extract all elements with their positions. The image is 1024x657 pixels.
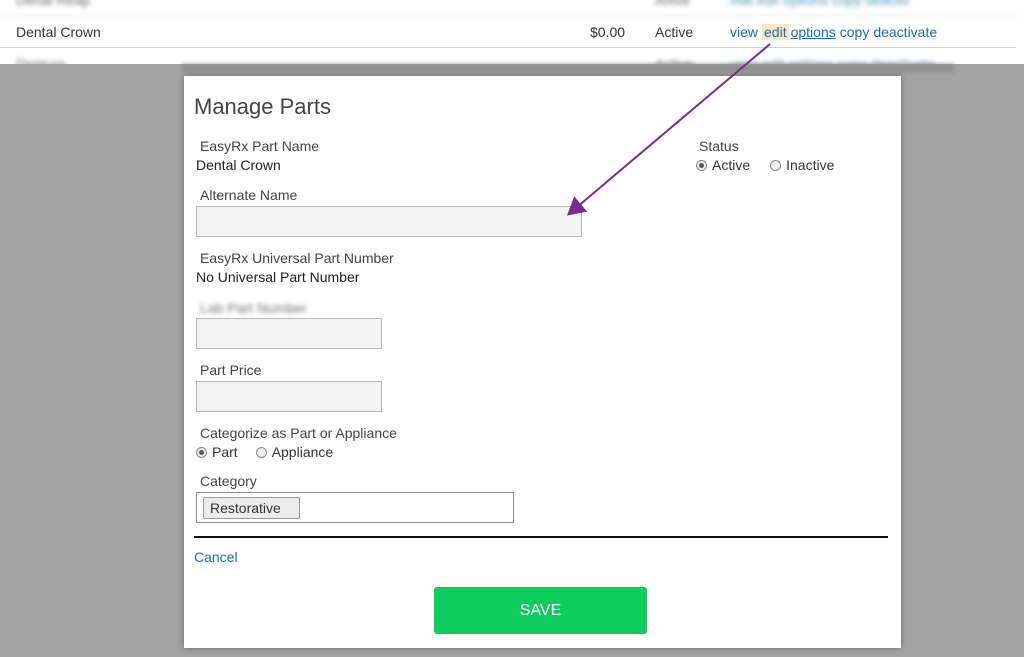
part-status: Arlive bbox=[655, 0, 691, 8]
category-label: Category bbox=[200, 473, 257, 489]
universal-part-number-label: EasyRx Universal Part Number bbox=[200, 250, 394, 266]
table-row: Denal Reap Arlive mai edit options copy … bbox=[0, 0, 1016, 16]
status-active-radio[interactable] bbox=[696, 159, 707, 171]
part-price: $0.00 bbox=[590, 24, 626, 40]
part-name-label: EasyRx Part Name bbox=[200, 138, 320, 154]
part-name-value: Dental Crown bbox=[196, 157, 281, 173]
row-actions[interactable]: mai edit options copy deactiv bbox=[730, 0, 914, 8]
categorize-radio-group: Part Appliance bbox=[196, 444, 347, 460]
table-row: Dental Crown $0.00 Active view edit option… bbox=[0, 16, 1016, 48]
part-status: Active bbox=[655, 24, 694, 40]
save-button[interactable]: SAVE bbox=[434, 587, 647, 634]
options-link[interactable]: options bbox=[791, 24, 836, 40]
part-price-input[interactable] bbox=[196, 381, 382, 412]
divider bbox=[194, 536, 888, 538]
alternate-name-input[interactable] bbox=[196, 206, 582, 237]
categorize-part-label[interactable]: Part bbox=[212, 444, 238, 460]
categorize-part-radio[interactable] bbox=[196, 446, 207, 458]
status-active-label[interactable]: Active bbox=[712, 157, 750, 173]
status-inactive-label[interactable]: Inactive bbox=[786, 157, 834, 173]
status-radio-group: Active Inactive bbox=[696, 157, 848, 173]
status-label: Status bbox=[699, 138, 739, 154]
categorize-label: Categorize as Part or Appliance bbox=[200, 425, 397, 441]
row-actions-text[interactable]: mai edit options copy deactiv bbox=[730, 0, 910, 8]
category-select[interactable]: Restorative bbox=[196, 492, 514, 523]
categorize-appliance-radio[interactable] bbox=[255, 446, 267, 458]
universal-part-number-value: No Universal Part Number bbox=[196, 269, 360, 285]
part-name: Dental Crown bbox=[16, 24, 101, 40]
lab-part-number-input[interactable] bbox=[196, 318, 382, 349]
dialog-title: Manage Parts bbox=[194, 94, 331, 119]
part-name: Denal Reap bbox=[16, 0, 90, 8]
row-actions: view edit options copy deactivate bbox=[730, 24, 941, 40]
categorize-appliance-label[interactable]: Appliance bbox=[272, 444, 334, 460]
copy-link[interactable]: copy bbox=[840, 24, 870, 40]
lab-part-number-label: Lab Part Number bbox=[200, 300, 307, 316]
overlay-shadow bbox=[182, 64, 954, 72]
status-inactive-radio[interactable] bbox=[770, 159, 782, 171]
deactivate-link[interactable]: deactivate bbox=[873, 24, 937, 40]
view-link[interactable]: view bbox=[730, 24, 758, 40]
alternate-name-label: Alternate Name bbox=[200, 187, 298, 203]
category-chip[interactable]: Restorative bbox=[203, 497, 300, 519]
part-price-label: Part Price bbox=[200, 362, 262, 378]
edit-link[interactable]: edit bbox=[762, 24, 789, 40]
cancel-link[interactable]: Cancel bbox=[194, 549, 238, 565]
manage-parts-dialog: Manage Parts EasyRx Part Name Dental Cro… bbox=[184, 76, 901, 648]
